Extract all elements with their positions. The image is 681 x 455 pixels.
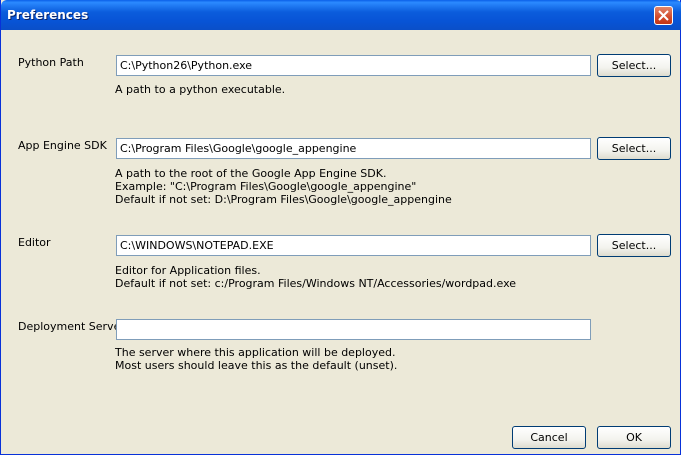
deploy-server-input[interactable] [116, 319, 591, 340]
preferences-dialog: Preferences Python Path C:\Python26\Pyth… [0, 0, 681, 455]
editor-path-input[interactable]: C:\WINDOWS\NOTEPAD.EXE [116, 235, 591, 256]
window-title: Preferences [7, 8, 89, 22]
deploy-server-help: The server where this application will b… [115, 346, 397, 372]
sdk-path-input[interactable]: C:\Program Files\Google\google_appengine [116, 138, 591, 159]
help-line: A path to the root of the Google App Eng… [115, 167, 387, 180]
close-icon [658, 10, 669, 21]
editor-label: Editor [18, 236, 51, 249]
ok-button[interactable]: OK [597, 426, 671, 449]
editor-select-button[interactable]: Select... [597, 234, 671, 257]
help-line: The server where this application will b… [115, 346, 396, 359]
help-line: Editor for Application files. [115, 264, 261, 277]
help-line: Most users should leave this as the defa… [115, 359, 398, 372]
python-path-select-button[interactable]: Select... [597, 54, 671, 77]
help-line: Example: "C:\Program Files\Google\google… [115, 180, 417, 193]
sdk-select-button[interactable]: Select... [597, 137, 671, 160]
help-line: Default if not set: D:\Program Files\Goo… [115, 193, 452, 206]
sdk-help: A path to the root of the Google App Eng… [115, 167, 452, 206]
title-bar[interactable]: Preferences [1, 0, 681, 30]
python-path-label: Python Path [18, 56, 84, 69]
python-path-help: A path to a python executable. [115, 83, 285, 96]
close-button[interactable] [654, 6, 673, 25]
cancel-button[interactable]: Cancel [512, 426, 586, 449]
help-line: Default if not set: c:/Program Files/Win… [115, 277, 517, 290]
editor-help: Editor for Application files. Default if… [115, 264, 516, 290]
deploy-server-label: Deployment Server [18, 320, 125, 333]
help-line: A path to a python executable. [115, 83, 286, 96]
sdk-label: App Engine SDK [18, 139, 107, 152]
python-path-input[interactable]: C:\Python26\Python.exe [116, 55, 591, 76]
